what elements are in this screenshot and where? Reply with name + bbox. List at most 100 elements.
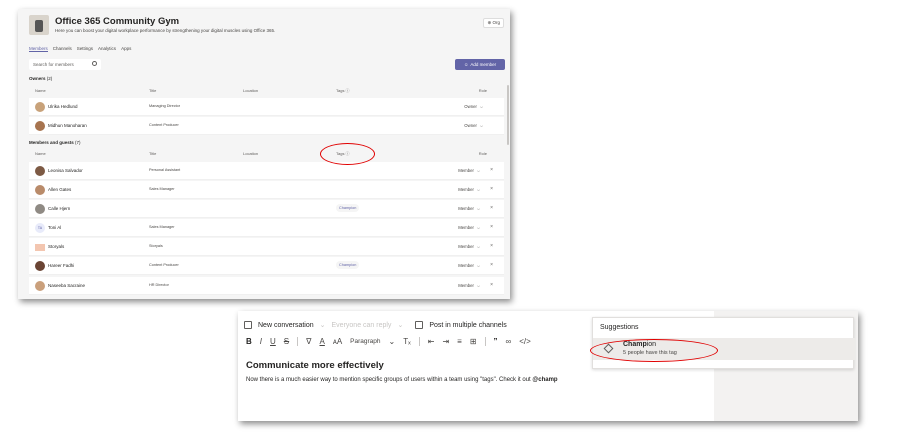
table-row[interactable]: Midhun Manoharan Content Producer Owner [29,117,504,135]
tag-badge[interactable]: Champion [336,261,360,269]
remove-member-icon[interactable]: × [490,224,493,230]
tab-bar: Members Channels Settings Analytics Apps [29,46,131,52]
table-row[interactable]: Storyals Storyals Member × [29,238,504,256]
avatar [35,102,45,112]
tab-apps[interactable]: Apps [121,46,131,52]
tab-members[interactable]: Members [29,46,48,52]
avatar [35,281,45,291]
member-name: Naseeba Sacraine [48,283,86,288]
strikethrough-icon[interactable]: S [284,337,289,346]
divider [484,337,486,346]
clear-format-icon[interactable]: Tₓ [403,337,411,346]
decrease-indent-icon[interactable]: ⇤ [428,337,435,346]
link-icon[interactable]: ∞ [506,337,512,346]
highlight-icon[interactable]: ∇ [306,337,311,346]
more-options-icon[interactable]: ··· [160,15,169,25]
member-title: Sales Manager [149,187,175,191]
scrollbar[interactable] [507,85,509,145]
org-button[interactable]: ⊕ Org [483,18,504,28]
increase-indent-icon[interactable]: ⇥ [442,337,449,346]
tab-settings[interactable]: Settings [77,46,93,52]
table-row[interactable]: Naseeba Sacraine HR Director Member × [29,277,504,295]
font-size-icon[interactable]: ᴀA [333,337,342,346]
col-location: Location [243,88,259,93]
add-member-button[interactable]: ☺ Add member [455,59,505,70]
post-multiple-button[interactable]: Post in multiple channels [429,322,506,329]
member-name: Midhun Manoharan [48,123,87,128]
remove-member-icon[interactable]: × [490,282,493,288]
role-dropdown[interactable]: Member [458,206,480,211]
font-color-icon[interactable]: A [320,337,325,346]
chevron-down-icon: ⌄ [397,322,404,329]
new-conversation-dropdown[interactable]: New conversation [258,322,314,329]
post-subject[interactable]: Communicate more effectively [246,360,384,371]
post-multiple-icon [415,321,424,329]
remove-member-icon[interactable]: × [490,186,493,192]
compose-top-toolbar: New conversation ⌄ Everyone can reply ⌄ … [244,321,507,329]
search-input[interactable]: Search for members [29,59,101,70]
avatar [35,204,45,214]
underline-icon[interactable]: U [270,337,276,346]
quote-icon[interactable]: ” [494,337,498,346]
numbered-list-icon[interactable]: ⊞ [470,337,477,346]
search-placeholder: Search for members [33,62,74,67]
bulleted-list-icon[interactable]: ≡ [457,337,462,346]
role-dropdown[interactable]: Member [458,187,480,192]
col-title: Title [149,88,157,93]
member-title: Content Producer [149,123,179,127]
divider [418,337,420,346]
member-title: HR Director [149,283,169,287]
table-row[interactable]: Ulrika Hedlund Managing Director Owner [29,98,504,116]
owners-column-headers: Name Title Location Tags ⓘ Role [29,87,504,96]
role-dropdown[interactable]: Owner [464,104,483,109]
role-dropdown[interactable]: Member [458,283,480,288]
avatar [35,244,45,251]
search-icon [92,61,97,66]
table-row[interactable]: Leonisa Salvador Personal Assistant Memb… [29,162,504,180]
add-member-label: Add member [470,62,497,67]
col-name: Name [35,151,46,156]
edit-icon [244,321,252,329]
everyone-can-reply-dropdown[interactable]: Everyone can reply [332,322,392,329]
tab-analytics[interactable]: Analytics [98,46,116,52]
members-column-headers: Name Title Location Tags ⓘ Role [29,150,504,159]
bold-icon[interactable]: B [246,337,252,346]
col-name: Name [35,88,46,93]
col-role: Role [478,88,487,93]
member-name: Storyals [48,244,65,249]
post-body[interactable]: Now there is a much easier way to mentio… [246,377,558,383]
tag-badge[interactable]: Champion [336,204,360,212]
table-row[interactable]: Calle Hjern Champion Member × [29,200,504,218]
col-role: Role [478,151,487,156]
member-title: Storyals [149,244,163,248]
team-members-panel: Office 365 Community Gym ··· Here you ca… [18,9,510,299]
remove-member-icon[interactable]: × [490,262,493,268]
role-dropdown[interactable]: Member [458,244,480,249]
avatar [35,121,45,131]
table-row[interactable]: Allen Gates Sales Manager Member × [29,181,504,199]
member-title: Sales Manager [149,225,175,229]
mention-text: @champ [532,377,558,383]
remove-member-icon[interactable]: × [490,243,493,249]
code-icon[interactable]: </> [519,337,531,346]
table-row[interactable]: Hareer Fadhi Content Producer Champion M… [29,257,504,275]
paragraph-dropdown[interactable]: Paragraph [350,338,380,345]
tab-channels[interactable]: Channels [53,46,72,52]
remove-member-icon[interactable]: × [490,205,493,211]
members-section-header[interactable]: Members and guests (7) [29,140,81,145]
team-description: Here you can boost your digital workplac… [55,28,276,33]
avatar [35,166,45,176]
col-title: Title [149,151,157,156]
chevron-down-icon: ⌄ [388,337,396,346]
remove-member-icon[interactable]: × [490,167,493,173]
owners-section-header[interactable]: Owners (2) [29,76,52,81]
table-row[interactable]: TA Toni Al Sales Manager Member × [29,219,504,237]
italic-icon[interactable]: I [260,337,262,346]
role-dropdown[interactable]: Member [458,168,480,173]
avatar [35,185,45,195]
role-dropdown[interactable]: Owner [464,123,483,128]
role-dropdown[interactable]: Member [458,263,480,268]
role-dropdown[interactable]: Member [458,225,480,230]
member-name: Toni Al [48,225,62,230]
owners-label: Owners [29,76,46,81]
